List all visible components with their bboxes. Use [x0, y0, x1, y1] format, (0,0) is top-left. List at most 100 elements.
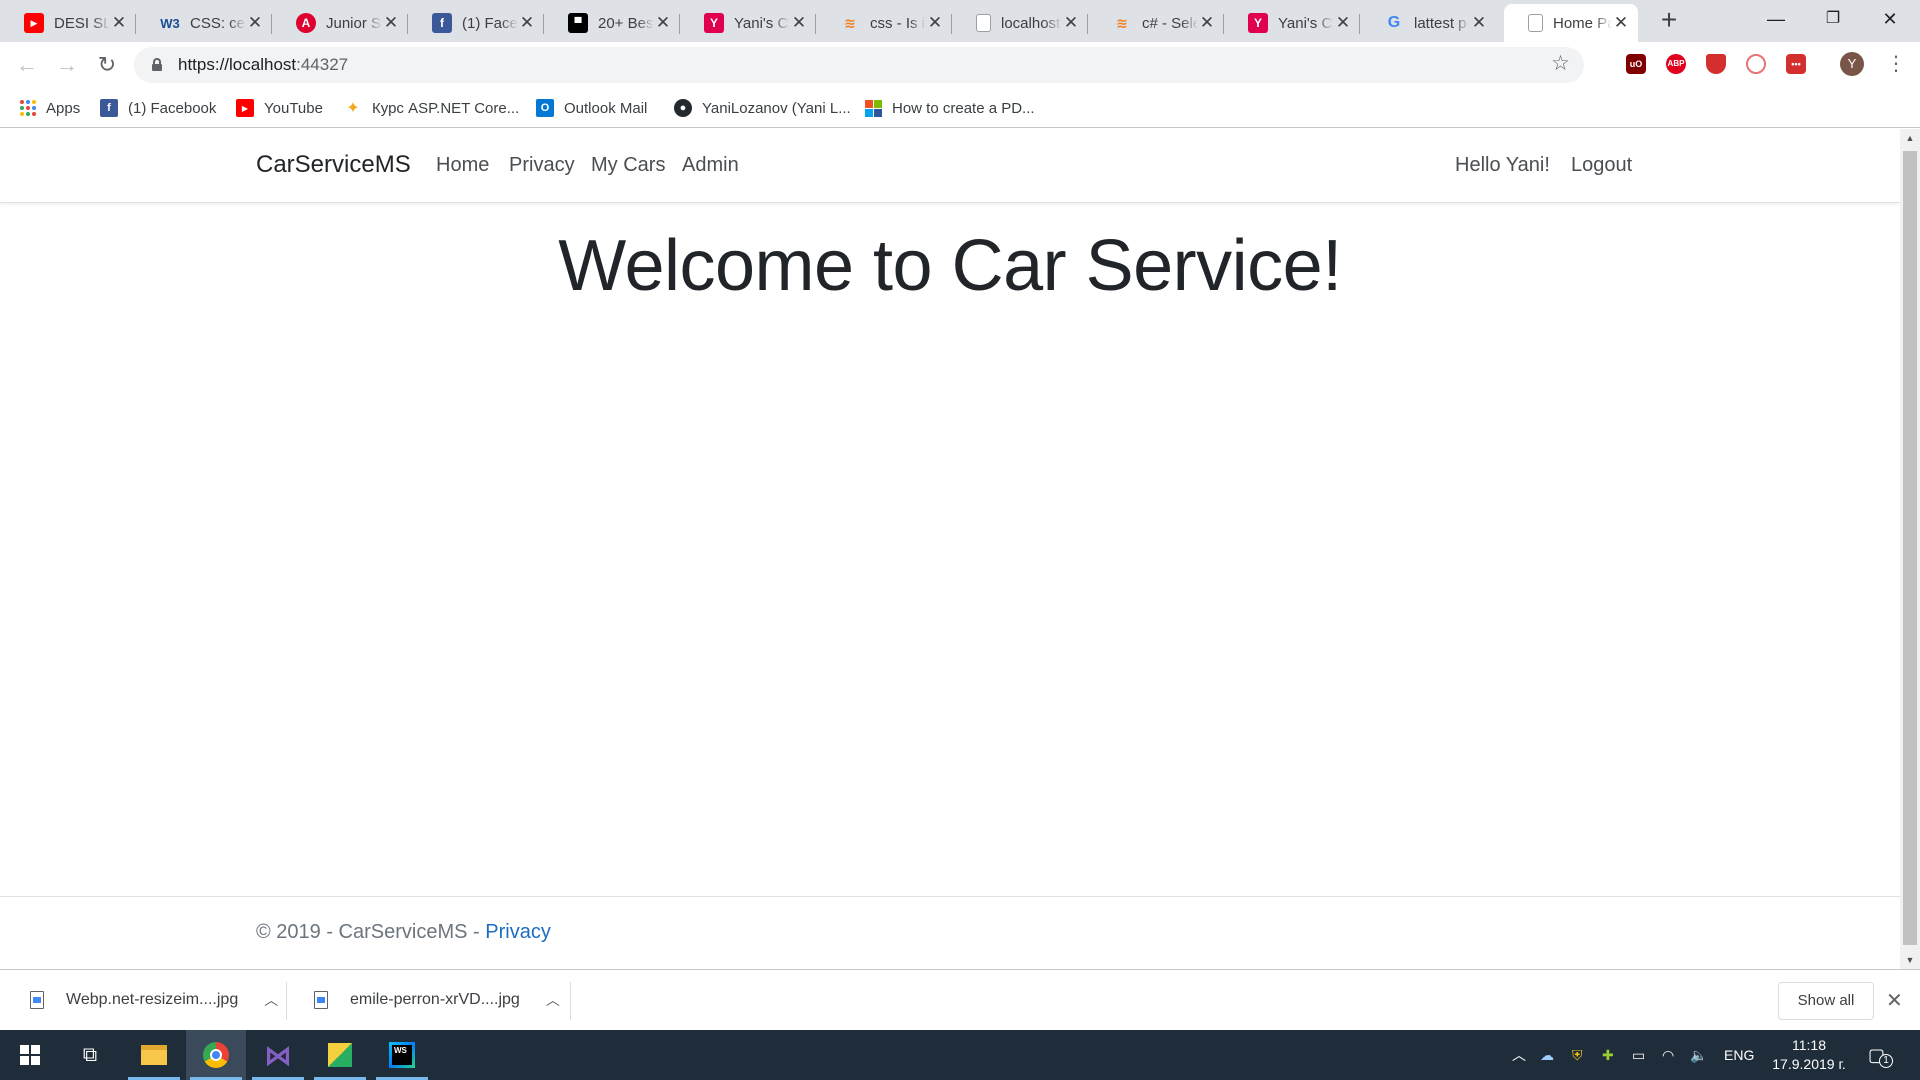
tray-show-hidden-icon[interactable]: ︿	[1512, 1030, 1526, 1080]
yandex-icon: Y	[1248, 13, 1268, 33]
profile-avatar[interactable]: Y	[1840, 52, 1864, 76]
image-file-icon	[30, 991, 44, 1009]
minimize-button[interactable]: —	[1748, 0, 1804, 40]
close-tab-icon[interactable]: ✕	[1470, 13, 1488, 33]
task-view-button[interactable]: ⧉	[60, 1030, 120, 1080]
chevron-up-icon[interactable]: ︿	[546, 990, 560, 1010]
bookmark-star-icon[interactable]: ☆	[1551, 51, 1570, 76]
close-tab-icon[interactable]: ✕	[1198, 13, 1216, 33]
noscript-icon[interactable]	[1746, 54, 1766, 74]
forward-button[interactable]: →	[52, 50, 82, 80]
bookmark-youtube[interactable]: ▶ YouTube	[236, 96, 323, 120]
browser-tab[interactable]: ▀ 20+ Best ✕	[544, 4, 680, 42]
close-tab-icon[interactable]: ✕	[110, 13, 128, 33]
bookmark-label: Outlook Mail	[564, 99, 648, 117]
chevron-up-icon[interactable]: ︿	[264, 990, 278, 1010]
tab-title: lattest p	[1414, 14, 1467, 32]
back-button[interactable]: ←	[12, 50, 42, 80]
tray-battery-icon[interactable]: ▭	[1632, 1030, 1645, 1080]
scroll-thumb[interactable]	[1903, 151, 1917, 945]
address-bar[interactable]: https://localhost:44327 ☆	[134, 47, 1584, 83]
bookmark-apps[interactable]: Apps	[20, 96, 80, 120]
angular-icon: A	[296, 13, 316, 33]
close-tab-icon[interactable]: ✕	[926, 13, 944, 33]
scroll-up-icon[interactable]: ▲	[1900, 129, 1920, 147]
scroll-down-icon[interactable]: ▼	[1900, 951, 1920, 969]
browser-tab[interactable]: ≋ c# - Select ✕	[1088, 4, 1224, 42]
site-navbar: CarServiceMS Home Privacy My Cars Admin …	[0, 129, 1900, 203]
footer-text: © 2019 - CarServiceMS -	[256, 921, 486, 943]
browser-tab[interactable]: f (1) Facebook ✕	[408, 4, 544, 42]
footer-privacy-link[interactable]: Privacy	[485, 921, 551, 943]
close-tab-icon[interactable]: ✕	[1612, 13, 1630, 33]
notification-count: 1	[1879, 1054, 1894, 1068]
tray-wifi-icon[interactable]: ◠	[1662, 1030, 1674, 1080]
bookmark-asp-net-course[interactable]: ✦ Курс ASP.NET Core...	[344, 96, 519, 120]
page-scrollbar[interactable]: ▲ ▼	[1900, 129, 1920, 969]
restore-button[interactable]: ❐	[1805, 0, 1861, 40]
tab-title: Junior Software	[326, 14, 382, 32]
bookmark-create-pdf[interactable]: How to create a PD...	[864, 96, 1035, 120]
browser-tab[interactable]: Y Yani's CV ✕	[1224, 4, 1360, 42]
new-tab-button[interactable]: +	[1654, 6, 1684, 36]
ublock-origin-icon[interactable]: uO	[1626, 54, 1646, 74]
github-icon: ●	[674, 99, 692, 117]
download-item[interactable]: Webp.net-resizeim....jpg ︿	[30, 980, 278, 1020]
close-tab-icon[interactable]: ✕	[1062, 13, 1080, 33]
start-button[interactable]	[0, 1030, 60, 1080]
browser-tab[interactable]: ▶ DESI SLAVA ✕	[0, 4, 136, 42]
task-view-icon: ⧉	[82, 1043, 98, 1066]
browser-tab[interactable]: localhost ✕	[952, 4, 1088, 42]
taskbar-clock[interactable]: 11:18 17.9.2019 г.	[1762, 1036, 1856, 1074]
browser-menu-icon[interactable]: ⋮	[1886, 50, 1906, 78]
close-tab-icon[interactable]: ✕	[246, 13, 264, 33]
taskbar-app[interactable]	[310, 1030, 370, 1080]
show-all-downloads-button[interactable]: Show all	[1778, 982, 1874, 1020]
facebook-icon: f	[432, 13, 452, 33]
nav-privacy[interactable]: Privacy	[509, 154, 575, 177]
browser-tab[interactable]: A Junior Software ✕	[272, 4, 408, 42]
tray-network-drive-icon[interactable]: ☁	[1540, 1030, 1554, 1080]
dots-extension-icon[interactable]: •••	[1786, 54, 1806, 74]
close-tab-icon[interactable]: ✕	[1334, 13, 1352, 33]
tray-update-icon[interactable]: ✚	[1602, 1030, 1614, 1080]
close-tab-icon[interactable]: ✕	[654, 13, 672, 33]
tray-security-icon[interactable]: ⛨	[1572, 1030, 1583, 1080]
close-tab-icon[interactable]: ✕	[518, 13, 536, 33]
browser-tab[interactable]: W3 CSS: center ✕	[136, 4, 272, 42]
close-tab-icon[interactable]: ✕	[790, 13, 808, 33]
tray-volume-icon[interactable]: 🔈	[1690, 1030, 1707, 1080]
tab-strip: ▶ DESI SLAVA ✕ W3 CSS: center ✕ A Junior…	[0, 0, 1920, 42]
bookmark-label: Apps	[46, 99, 81, 117]
taskbar-webstorm[interactable]: WS	[372, 1030, 432, 1080]
site-brand[interactable]: CarServiceMS	[256, 151, 411, 179]
close-window-button[interactable]: ✕	[1862, 0, 1918, 40]
bookmark-outlook[interactable]: O Outlook Mail	[536, 96, 647, 120]
nav-home[interactable]: Home	[436, 154, 489, 177]
nav-admin[interactable]: Admin	[682, 154, 739, 177]
browser-tab[interactable]: G lattest p ✕	[1360, 4, 1496, 42]
taskbar-chrome[interactable]	[186, 1030, 246, 1080]
close-tab-icon[interactable]: ✕	[382, 13, 400, 33]
browser-tab[interactable]: ≋ css - Is it ✕	[816, 4, 952, 42]
bookmark-facebook[interactable]: f (1) Facebook	[100, 96, 216, 120]
browser-tab-active[interactable]: Home Page ✕	[1504, 4, 1638, 42]
user-greeting[interactable]: Hello Yani!	[1455, 154, 1550, 177]
browser-tab[interactable]: Y Yani's CV ✕	[680, 4, 816, 42]
shield-extension-icon[interactable]	[1706, 54, 1726, 74]
bookmarks-bar: Apps f (1) Facebook ▶ YouTube ✦ Курс ASP…	[0, 88, 1920, 128]
bookmark-github[interactable]: ● YaniLozanov (Yani L...	[674, 96, 851, 120]
download-item[interactable]: emile-perron-xrVD....jpg ︿	[314, 980, 560, 1020]
taskbar-visual-studio[interactable]: ⋈	[248, 1030, 308, 1080]
taskbar-file-explorer[interactable]	[124, 1030, 184, 1080]
tab-title: localhost	[1001, 14, 1061, 32]
tray-language[interactable]: ENG	[1724, 1030, 1754, 1080]
page-title: Welcome to Car Service!	[558, 226, 1342, 306]
bookmark-label: Курс ASP.NET Core...	[372, 99, 520, 117]
logout-link[interactable]: Logout	[1571, 154, 1632, 177]
reload-button[interactable]: ↻	[92, 50, 122, 80]
close-download-shelf-icon[interactable]: ✕	[1886, 988, 1903, 1013]
action-center-icon[interactable]: ▢ 1	[1868, 1030, 1894, 1080]
adblock-plus-icon[interactable]: ABP	[1666, 54, 1686, 74]
nav-my-cars[interactable]: My Cars	[591, 154, 665, 177]
